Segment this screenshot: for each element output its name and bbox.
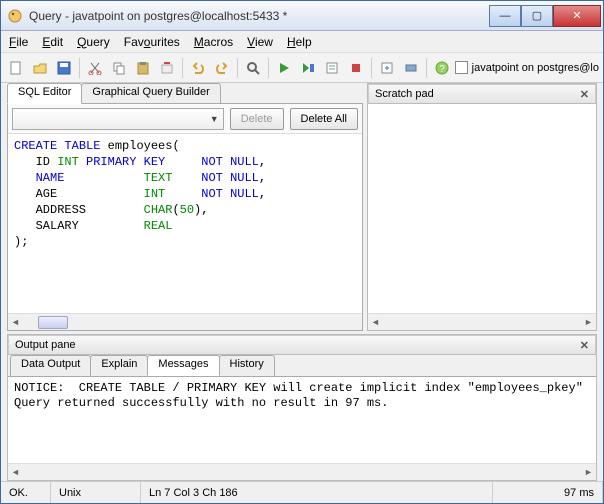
scratch-close-icon[interactable]: ✕ — [580, 88, 589, 101]
editor-pane: SQL Editor Graphical Query Builder ▼ Del… — [7, 83, 363, 331]
menu-file[interactable]: File — [9, 35, 28, 49]
output-title: Output pane — [15, 339, 76, 351]
scratch-title: Scratch pad — [375, 88, 434, 100]
explain-icon[interactable] — [321, 57, 343, 79]
help-icon[interactable]: ? — [431, 57, 453, 79]
delete-all-button[interactable]: Delete All — [290, 108, 358, 130]
titlebar[interactable]: Query - javatpoint on postgres@localhost… — [1, 1, 603, 31]
output-pane: Output pane ✕ Data Output Explain Messag… — [7, 334, 597, 481]
clear-icon[interactable] — [156, 57, 178, 79]
tab-messages[interactable]: Messages — [147, 355, 219, 376]
menu-help[interactable]: Help — [287, 35, 312, 49]
new-icon[interactable] — [5, 57, 27, 79]
statusbar: OK. Unix Ln 7 Col 3 Ch 186 97 ms — [1, 481, 603, 503]
menu-query[interactable]: Query — [77, 35, 110, 49]
open-icon[interactable] — [29, 57, 51, 79]
connection-checkbox[interactable] — [455, 61, 468, 74]
output-close-icon[interactable]: ✕ — [580, 339, 589, 352]
menu-favourites[interactable]: Favourites — [124, 35, 180, 49]
maximize-button[interactable]: ▢ — [521, 5, 553, 27]
tab-gqb[interactable]: Graphical Query Builder — [81, 83, 220, 104]
find-icon[interactable] — [242, 57, 264, 79]
toolbar: ? javatpoint on postgres@lo — [1, 53, 603, 83]
paste-icon[interactable] — [132, 57, 154, 79]
scratch-hscrollbar[interactable]: ◄► — [368, 313, 596, 330]
status-position: Ln 7 Col 3 Ch 186 — [141, 482, 493, 503]
scratch-header: Scratch pad ✕ — [368, 84, 596, 104]
tab-history[interactable]: History — [219, 355, 275, 376]
scratch-pane: Scratch pad ✕ ◄► — [367, 83, 597, 331]
save-icon[interactable] — [53, 57, 75, 79]
menu-macros[interactable]: Macros — [194, 35, 233, 49]
toggle-icon[interactable] — [400, 57, 422, 79]
tab-data-output[interactable]: Data Output — [10, 355, 91, 376]
menu-edit[interactable]: Edit — [42, 35, 63, 49]
undo-icon[interactable] — [187, 57, 209, 79]
editor-hscrollbar[interactable]: ◄ — [8, 313, 362, 330]
redo-icon[interactable] — [211, 57, 233, 79]
status-time: 97 ms — [493, 482, 603, 503]
scratch-body[interactable] — [368, 104, 596, 313]
cancel-icon[interactable] — [345, 57, 367, 79]
tab-sql-editor[interactable]: SQL Editor — [7, 83, 82, 104]
app-window: Query - javatpoint on postgres@localhost… — [0, 0, 604, 504]
output-hscrollbar[interactable]: ◄► — [8, 463, 596, 480]
copy-icon[interactable] — [108, 57, 130, 79]
connection-label: javatpoint on postgres@lo — [472, 62, 599, 74]
sql-editor[interactable]: CREATE TABLE employees( ID INT PRIMARY K… — [8, 134, 362, 313]
menubar: File Edit Query Favourites Macros View H… — [1, 31, 603, 53]
execute-to-file-icon[interactable] — [376, 57, 398, 79]
delete-button[interactable]: Delete — [230, 108, 284, 130]
output-header: Output pane ✕ — [8, 335, 596, 355]
minimize-button[interactable]: — — [489, 5, 521, 27]
tab-explain[interactable]: Explain — [90, 355, 148, 376]
output-messages[interactable]: NOTICE: CREATE TABLE / PRIMARY KEY will … — [8, 376, 596, 463]
close-button[interactable]: ✕ — [553, 5, 601, 27]
prev-queries-combo[interactable]: ▼ — [12, 108, 224, 130]
svg-text:?: ? — [439, 64, 445, 75]
cut-icon[interactable] — [84, 57, 106, 79]
window-title: Query - javatpoint on postgres@localhost… — [29, 9, 489, 23]
execute-icon[interactable] — [273, 57, 295, 79]
status-encoding: Unix — [51, 482, 141, 503]
menu-view[interactable]: View — [247, 35, 273, 49]
execute-pgscript-icon[interactable] — [297, 57, 319, 79]
status-ok: OK. — [1, 482, 51, 503]
app-icon — [7, 8, 23, 24]
